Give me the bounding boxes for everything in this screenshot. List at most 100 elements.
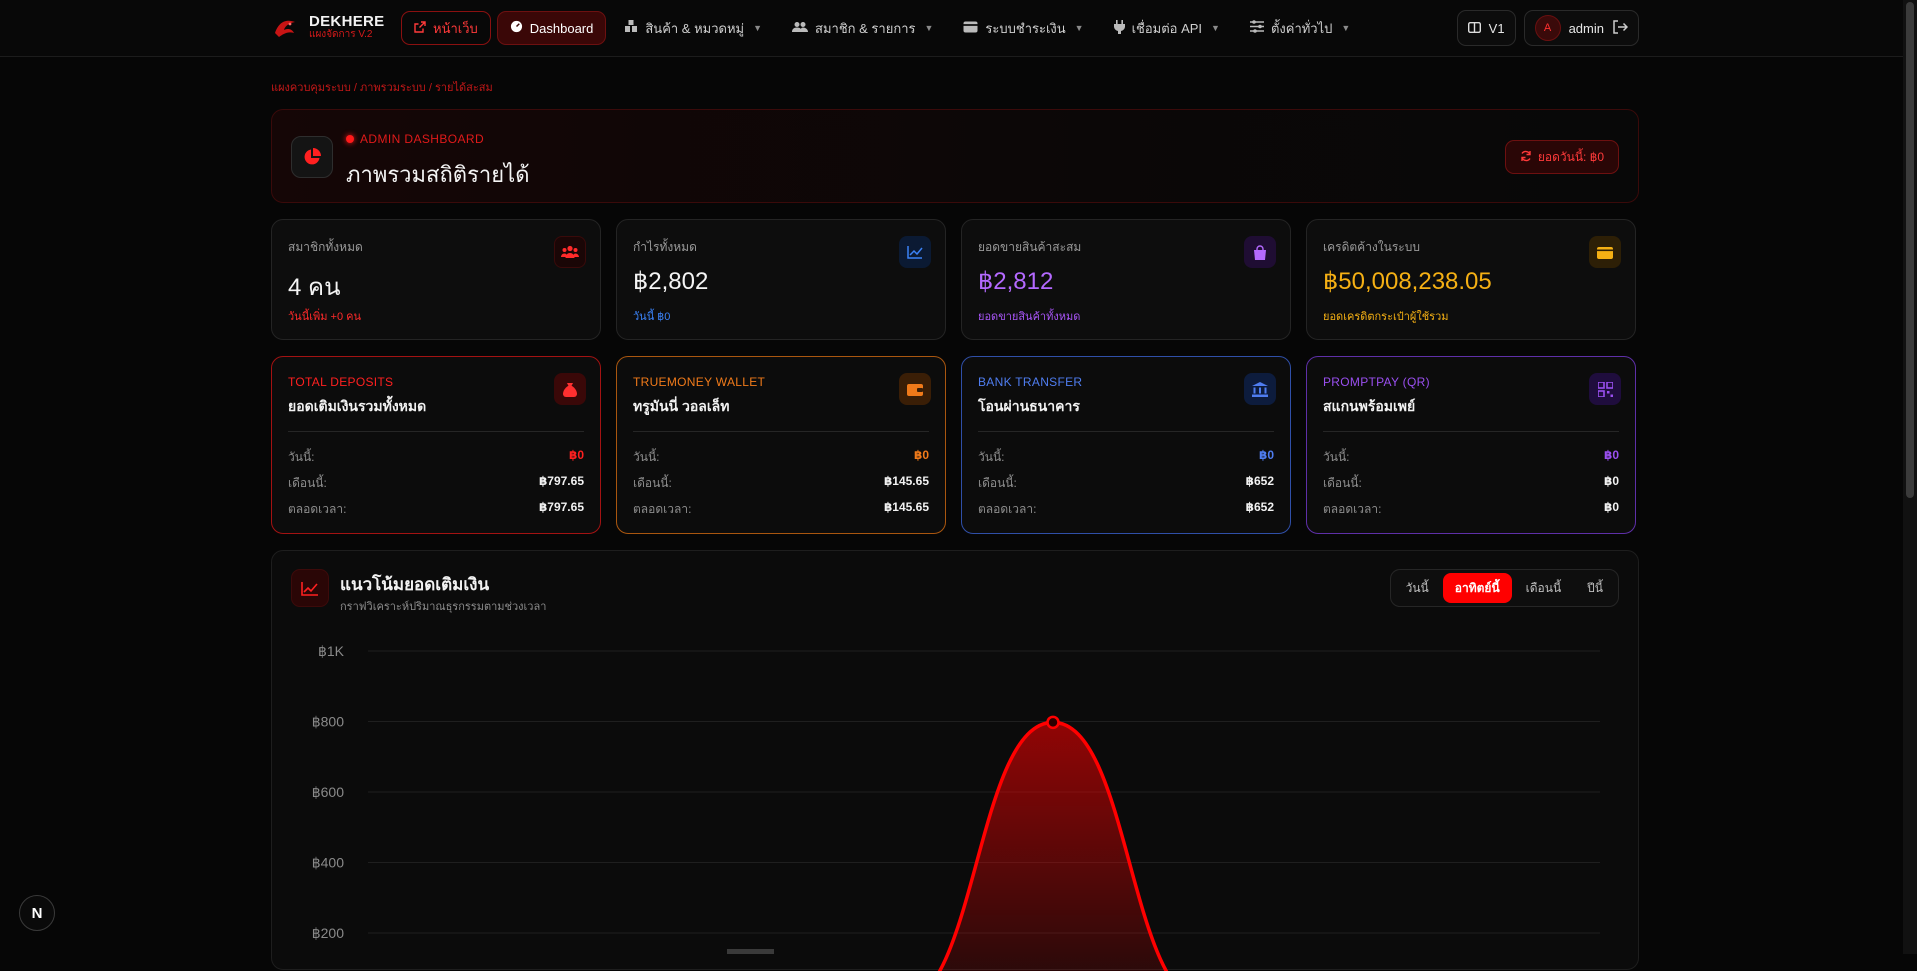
y-tick-label: ฿600 [312,784,344,800]
stat-card-credit: เครดิตค้างในระบบ ฿50,008,238.05 ยอดเครดิ… [1306,219,1636,340]
scroll-indicator [727,949,774,954]
pay-row-month: เดือนนี้: ฿145.65 [633,474,929,493]
nav-api-label: เชื่อมต่อ API [1131,20,1203,36]
brand-name: DEKHERE [309,13,385,30]
boxes-icon [624,20,638,36]
pay-row-value: ฿797.65 [538,500,584,514]
bank-icon [1244,373,1276,405]
pay-row-alltime: ตลอดเวลา: ฿145.65 [633,500,929,519]
pay-row-key: ตลอดเวลา: [288,502,347,516]
sliders-icon [1249,20,1264,36]
pay-kicker: PROMPTPAY (QR) [1323,375,1430,389]
header-tools: V1 A admin [1456,10,1639,46]
today-total-button[interactable]: ยอดวันนี้: ฿0 [1504,140,1619,174]
pay-row-key: เดือนนี้: [978,476,1017,490]
chevron-down-icon: ▼ [1211,23,1220,33]
series-area [939,722,1167,971]
nav-members[interactable]: สมาชิก & รายการ ▼ [780,11,945,45]
brand-logo[interactable]: DEKHERE แผงจัดการ V.2 [271,13,384,41]
chevron-down-icon: ▼ [1341,23,1351,33]
nav-settings[interactable]: ตั้งค่าทั่วไป ▼ [1238,11,1362,45]
pay-row-month: เดือนนี้: ฿797.65 [288,474,584,493]
payment-card-promptpay: PROMPTPAY (QR) สแกนพร้อมเพย์ วันนี้: ฿0 เ… [1306,356,1636,534]
gauge-icon [510,20,523,36]
pay-row-key: เดือนนี้: [1323,476,1362,490]
pay-row-key: ตลอดเวลา: [1323,502,1382,516]
stat-card-sales: ยอดขายสินค้าสะสม ฿2,812 ยอดขายสินค้าทั้ง… [961,219,1291,340]
pay-row-value: ฿0 [1603,500,1619,514]
version-button[interactable]: V1 [1456,10,1516,46]
pay-row-key: วันนี้: [1323,450,1350,464]
trend-icon [899,236,931,268]
main-nav: หน้าเว็บ Dashboard สินค้า & หมวดหมู่ ▼ ส… [401,11,1362,45]
deposit-trend-card: แนวโน้มยอดเติมเงิน กราฟวิเคราะห์ปริมาณธุ… [271,550,1639,971]
hero-kicker: ADMIN DASHBOARD [346,132,484,146]
pay-row-value: ฿0 [1603,448,1619,462]
page-title: ภาพรวมสถิติรายได้ [346,162,530,187]
stat-label: ยอดขายสินค้าสะสม [978,240,1082,254]
pay-row-today: วันนี้: ฿0 [978,448,1274,467]
users-icon [792,21,809,36]
pay-row-today: วันนี้: ฿0 [633,448,929,467]
logout-icon[interactable] [1612,19,1629,38]
pie-chart-icon [291,136,333,178]
y-tick-label: ฿200 [312,925,344,941]
nav-dashboard-label: Dashboard [529,20,594,36]
pay-title: ยอดเติมเงินรวมทั้งหมด [288,398,427,414]
pay-row-today: วันนี้: ฿0 [288,448,584,467]
stat-label: เครดิตค้างในระบบ [1323,240,1420,254]
pay-row-value: ฿797.65 [538,474,584,488]
version-label: V1 [1488,20,1505,36]
data-point [1046,715,1060,730]
breadcrumb[interactable]: แผงควบคุมระบบ / ภาพรวมระบบ / รายได้สะสม [271,78,493,96]
nav-products-label: สินค้า & หมวดหมู่ [645,20,745,36]
pay-row-alltime: ตลอดเวลา: ฿797.65 [288,500,584,519]
y-tick-label: ฿400 [312,855,344,871]
username: admin [1568,20,1604,36]
users-icon [554,236,586,268]
nav-payments[interactable]: ระบบชำระเงิน ▼ [951,11,1095,45]
next-dev-badge[interactable]: N [19,895,55,931]
wallet-icon [899,373,931,405]
stat-value: ฿2,812 [978,268,1054,295]
live-dot-icon [346,135,354,143]
bag-icon [1244,236,1276,268]
nav-products[interactable]: สินค้า & หมวดหมู่ ▼ [612,11,774,45]
brand-subtitle: แผงจัดการ V.2 [309,29,373,40]
stat-sub: ยอดขายสินค้าทั้งหมด [978,311,1081,323]
pay-row-value: ฿0 [1258,448,1274,462]
chevron-down-icon: ▼ [924,23,934,33]
page-scrollbar[interactable] [1903,0,1917,954]
scrollbar-thumb[interactable] [1906,2,1914,498]
plug-icon [1113,19,1125,37]
stat-sub: ยอดเครดิตกระเป๋าผู้ใช้รวม [1323,311,1449,323]
refresh-icon [1520,150,1532,165]
avatar: A [1534,15,1561,41]
chevron-down-icon: ▼ [1074,23,1084,33]
today-total-label: ยอดวันนี้: ฿0 [1537,149,1604,164]
top-navigation-bar: DEKHERE แผงจัดการ V.2 หน้าเว็บ Dashboard… [0,0,1917,57]
chevron-down-icon: ▼ [753,23,763,33]
nav-settings-label: ตั้งค่าทั่วไป [1270,20,1333,36]
pay-row-key: ตลอดเวลา: [633,502,692,516]
pay-row-value: ฿145.65 [883,474,929,488]
pay-row-key: ตลอดเวลา: [978,502,1037,516]
stat-card-profit: กำไรทั้งหมด ฿2,802 วันนี้ ฿0 [616,219,946,340]
payment-card-truemoney: TRUEMONEY WALLET ทรูมันนี่ วอลเล็ท วันนี… [616,356,946,534]
stat-card-members: สมาชิกทั้งหมด 4 คน วันนี้เพิ่ม +0 คน [271,219,601,340]
nav-members-label: สมาชิก & รายการ [815,20,916,36]
user-menu[interactable]: A admin [1523,10,1639,46]
home-link-button[interactable]: หน้าเว็บ [401,11,491,45]
pay-kicker: TOTAL DEPOSITS [288,375,394,389]
nav-dashboard[interactable]: Dashboard [496,11,607,45]
pay-kicker: BANK TRANSFER [978,375,1083,389]
payment-card-total: TOTAL DEPOSITS ยอดเติมเงินรวมทั้งหมด วัน… [271,356,601,534]
pay-row-today: วันนี้: ฿0 [1323,448,1619,467]
payment-card-bank: BANK TRANSFER โอนผ่านธนาคาร วันนี้: ฿0 เด… [961,356,1291,534]
stat-sub: วันนี้ ฿0 [633,311,671,323]
nav-payments-label: ระบบชำระเงิน [985,20,1066,36]
pay-title: ทรูมันนี่ วอลเล็ท [633,398,730,414]
nav-api[interactable]: เชื่อมต่อ API ▼ [1102,11,1232,45]
pay-row-key: เดือนนี้: [633,476,672,490]
deposit-trend-chart: ฿1K ฿800 ฿600 ฿400 ฿200 [312,643,1600,971]
